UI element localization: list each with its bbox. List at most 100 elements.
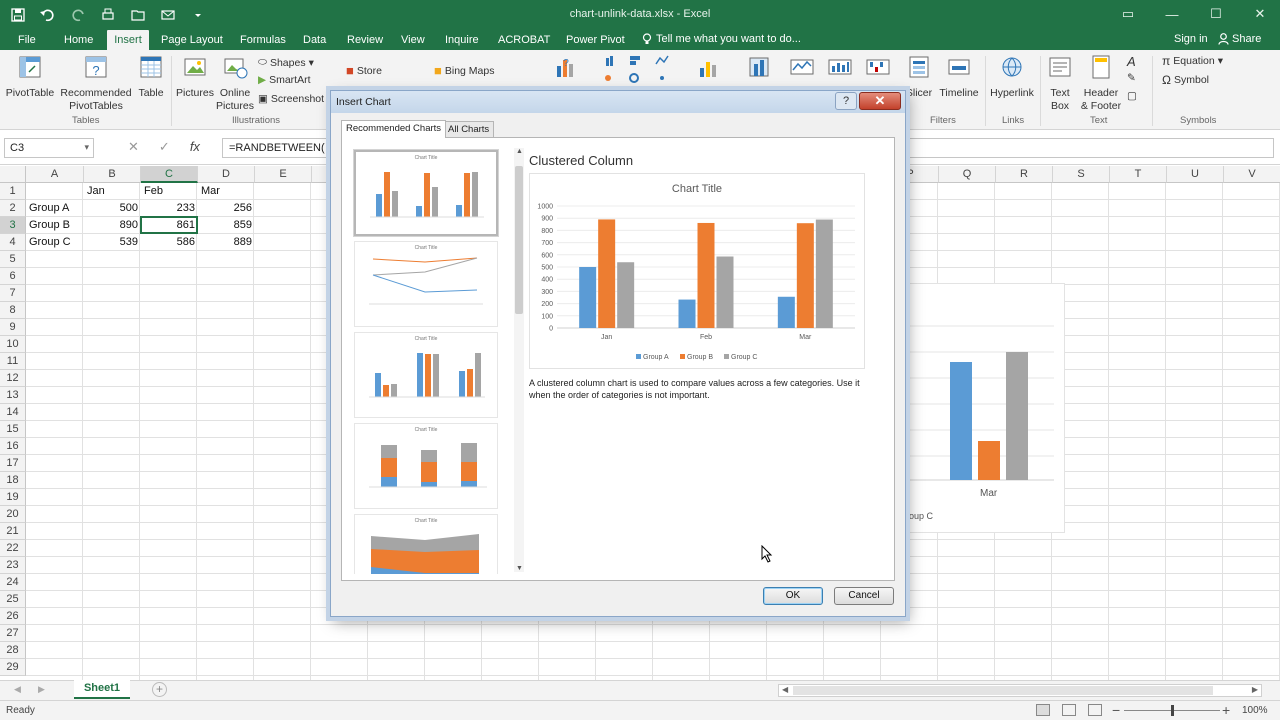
signature-line-button[interactable]: ✎ xyxy=(1127,72,1136,84)
new-sheet-icon[interactable]: + xyxy=(152,682,167,697)
text-box-button[interactable]: Text Box xyxy=(1042,54,1078,113)
cell-b4[interactable]: 539 xyxy=(84,234,141,251)
tab-inquire[interactable]: Inquire xyxy=(439,33,485,50)
thumbnail-clustered-column[interactable]: Chart Title xyxy=(353,149,499,237)
tab-review[interactable]: Review xyxy=(341,33,389,50)
tab-insert[interactable]: Insert xyxy=(107,30,149,50)
tab-page-layout[interactable]: Page Layout xyxy=(155,33,229,50)
row-header-29[interactable]: 29 xyxy=(0,659,26,676)
horizontal-scrollbar[interactable]: ◀ ▶ xyxy=(778,684,1262,697)
background-chart[interactable]: Mar oup C xyxy=(908,283,1065,533)
row-header-10[interactable]: 10 xyxy=(0,336,26,353)
row-header-5[interactable]: 5 xyxy=(0,251,26,268)
tab-power-pivot[interactable]: Power Pivot xyxy=(560,33,631,50)
column-header-c[interactable]: C xyxy=(141,166,198,183)
scroll-right-arrow-icon[interactable]: ▶ xyxy=(1252,685,1258,694)
object-button[interactable]: ▢ xyxy=(1127,90,1137,102)
row-header-21[interactable]: 21 xyxy=(0,523,26,540)
column-header-v[interactable]: V xyxy=(1224,166,1280,183)
close-window-icon[interactable]: ✕ xyxy=(1248,4,1272,24)
column-header-b[interactable]: B xyxy=(84,166,141,183)
chart-type-gallery[interactable] xyxy=(604,54,674,90)
sheet-tab-sheet1[interactable]: Sheet1 xyxy=(74,680,130,699)
row-header-25[interactable]: 25 xyxy=(0,591,26,608)
cell-a2[interactable]: Group A xyxy=(26,200,84,217)
tab-view[interactable]: View xyxy=(395,33,431,50)
cell-c4[interactable]: 586 xyxy=(141,234,198,251)
sparkline-column-button[interactable] xyxy=(826,54,854,87)
customize-icon[interactable] xyxy=(188,5,208,25)
header-footer-button[interactable]: Header & Footer xyxy=(1078,54,1124,113)
thumbnail-clustered-column-alt[interactable]: Chart Title xyxy=(354,332,498,418)
thumbnail-stacked-column[interactable]: Chart Title xyxy=(354,423,498,509)
recommended-pivottables-button[interactable]: ? Recommended PivotTables xyxy=(58,54,134,113)
scroll-right-icon[interactable]: ▶ xyxy=(38,684,45,695)
row-header-28[interactable]: 28 xyxy=(0,642,26,659)
recommended-charts-button[interactable]: ? xyxy=(552,54,580,87)
pictures-button[interactable]: Pictures xyxy=(174,54,216,100)
page-break-view-icon[interactable] xyxy=(1088,704,1102,716)
cell-c1[interactable]: Feb xyxy=(141,183,198,200)
column-header-u[interactable]: U xyxy=(1167,166,1224,183)
column-header-d[interactable]: D xyxy=(198,166,255,183)
page-layout-view-icon[interactable] xyxy=(1062,704,1076,716)
row-header-18[interactable]: 18 xyxy=(0,472,26,489)
redo-icon[interactable] xyxy=(68,5,88,25)
cancel-button[interactable]: Cancel xyxy=(834,587,894,605)
name-box[interactable]: C3 ▾ xyxy=(4,138,94,158)
thumbnail-line[interactable]: Chart Title xyxy=(354,241,498,327)
shapes-button[interactable]: ⬭ Shapes ▾ xyxy=(258,56,314,69)
share-button[interactable]: Share xyxy=(1218,33,1261,45)
row-header-22[interactable]: 22 xyxy=(0,540,26,557)
sign-in-link[interactable]: Sign in xyxy=(1174,33,1208,45)
help-icon[interactable]: ? xyxy=(835,92,857,110)
row-header-19[interactable]: 19 xyxy=(0,489,26,506)
row-header-17[interactable]: 17 xyxy=(0,455,26,472)
store-button[interactable]: ■ Store xyxy=(346,63,382,78)
row-header-26[interactable]: 26 xyxy=(0,608,26,625)
row-header-2[interactable]: 2 xyxy=(0,200,26,217)
row-header-9[interactable]: 9 xyxy=(0,319,26,336)
column-header-r[interactable]: R xyxy=(996,166,1053,183)
cell-d4[interactable]: 889 xyxy=(198,234,255,251)
slicer-button[interactable]: Slicer xyxy=(902,54,936,100)
scroll-left-icon[interactable]: ◀ xyxy=(14,684,21,695)
thumbnail-scroll-thumb[interactable] xyxy=(515,166,523,314)
zoom-out-icon[interactable]: − xyxy=(1112,702,1120,718)
row-header-3[interactable]: 3 xyxy=(0,217,26,234)
screenshot-button[interactable]: ▣ Screenshot xyxy=(258,93,324,105)
scroll-up-icon[interactable]: ▲ xyxy=(516,148,523,155)
enter-icon[interactable]: ✓ xyxy=(159,139,170,155)
zoom-slider[interactable] xyxy=(1124,705,1220,716)
thumbnail-stacked-area[interactable]: Chart Title xyxy=(354,514,498,574)
column-header-t[interactable]: T xyxy=(1110,166,1167,183)
column-header-a[interactable]: A xyxy=(26,166,84,183)
zoom-slider-thumb[interactable] xyxy=(1171,705,1174,716)
email-icon[interactable] xyxy=(158,5,178,25)
tab-data[interactable]: Data xyxy=(297,33,332,50)
row-header-14[interactable]: 14 xyxy=(0,404,26,421)
cell-a4[interactable]: Group C xyxy=(26,234,84,251)
row-header-1[interactable]: 1 xyxy=(0,183,26,200)
close-icon[interactable]: ✕ xyxy=(859,92,901,110)
row-header-12[interactable]: 12 xyxy=(0,370,26,387)
row-header-8[interactable]: 8 xyxy=(0,302,26,319)
sparkline-winloss-button[interactable] xyxy=(864,54,892,87)
insert-function-icon[interactable]: fx xyxy=(190,139,200,155)
open-icon[interactable] xyxy=(128,5,148,25)
dialog-title-bar[interactable]: Insert Chart ? ✕ xyxy=(331,91,905,113)
tell-me-box[interactable]: Tell me what you want to do... xyxy=(642,33,801,45)
row-header-7[interactable]: 7 xyxy=(0,285,26,302)
row-header-24[interactable]: 24 xyxy=(0,574,26,591)
tab-formulas[interactable]: Formulas xyxy=(234,33,292,50)
hyperlink-button[interactable]: Hyperlink xyxy=(988,54,1036,100)
equation-button[interactable]: π Equation ▾ xyxy=(1162,54,1223,68)
minimize-icon[interactable]: — xyxy=(1160,4,1184,24)
row-header-20[interactable]: 20 xyxy=(0,506,26,523)
cell-d3[interactable]: 859 xyxy=(198,217,255,234)
cell-b2[interactable]: 500 xyxy=(84,200,141,217)
cell-c2[interactable]: 233 xyxy=(141,200,198,217)
row-header-27[interactable]: 27 xyxy=(0,625,26,642)
row-header-16[interactable]: 16 xyxy=(0,438,26,455)
row-header-15[interactable]: 15 xyxy=(0,421,26,438)
